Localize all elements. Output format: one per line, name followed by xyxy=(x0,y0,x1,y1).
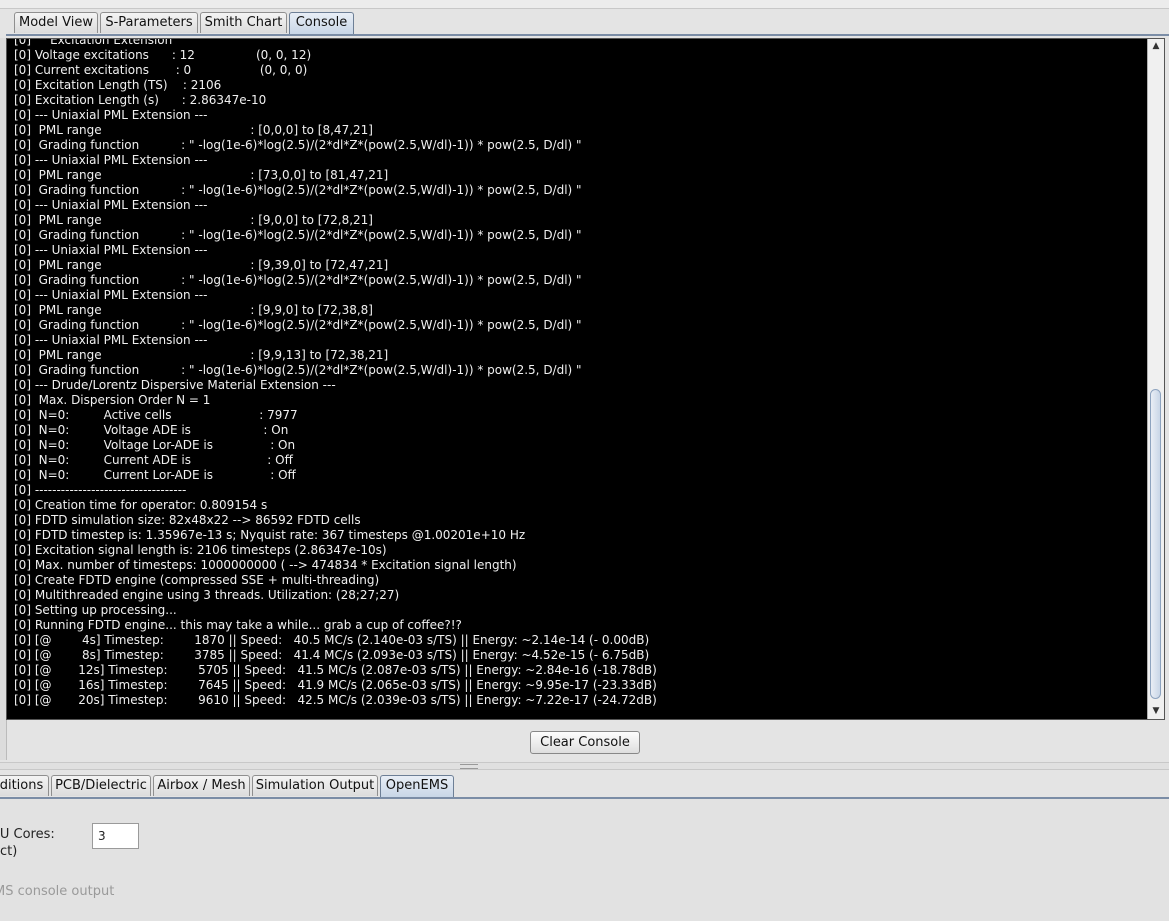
console-line: [0] Create FDTD engine (compressed SSE +… xyxy=(14,573,380,587)
console-vertical-scrollbar[interactable]: ▲ ▼ xyxy=(1147,39,1164,719)
console-line: [0] [@ 4s] Timestep: 1870 || Speed: 40.5… xyxy=(14,633,650,647)
tab-model-view[interactable]: Model View xyxy=(14,12,98,33)
console-line: [0] PML range : [0,0,0] to [8,47,21] xyxy=(14,123,373,137)
console-line: [0] Excitation Length (s) : 2.86347e-10 xyxy=(14,93,267,107)
tab-console[interactable]: Console xyxy=(289,12,354,35)
console-line: [0] --- Drude/Lorentz Dispersive Materia… xyxy=(14,378,336,392)
console-line: [0] Grading function : " -log(1e-6)*log(… xyxy=(14,183,582,197)
console-line: [0] N=0: Current Lor-ADE is : Off xyxy=(14,468,296,482)
console-line: [0] [@ 16s] Timestep: 7645 || Speed: 41.… xyxy=(14,678,657,692)
console-line: [0] [@ 8s] Timestep: 3785 || Speed: 41.4… xyxy=(14,648,650,662)
scroll-down-arrow-icon[interactable]: ▼ xyxy=(1148,704,1164,719)
console-line: [0] N=0: Voltage Lor-ADE is : On xyxy=(14,438,296,452)
console-line: [0] FDTD timestep is: 1.35967e-13 s; Nyq… xyxy=(14,528,526,542)
window-top-strip xyxy=(0,0,1169,9)
console-line: [0] PML range : [9,39,0] to [72,47,21] xyxy=(14,258,389,272)
console-line: [0] Voltage excitations : 12 (0, 0, 12) xyxy=(14,48,312,62)
console-line: [0] ----------------------------------- xyxy=(14,483,187,497)
tab-simulation-output[interactable]: Simulation Output xyxy=(252,775,378,796)
tab-s-parameters[interactable]: S-Parameters xyxy=(100,12,198,33)
tab-pcb-dielectric[interactable]: PCB/Dielectric xyxy=(51,775,151,796)
console-line: [0] Grading function : " -log(1e-6)*log(… xyxy=(14,273,582,287)
console-line: [0] --- Uniaxial PML Extension --- xyxy=(14,153,208,167)
cpu-cores-label-line2: ect) xyxy=(0,844,18,859)
console-log-text: [0] Excitation Extension [0] Voltage exci… xyxy=(14,38,1144,708)
top-tab-bar: Model View S-Parameters Smith Chart Cons… xyxy=(0,12,1169,35)
console-line: [0] Max. number of timesteps: 1000000000… xyxy=(14,558,517,572)
console-line: [0] --- Uniaxial PML Extension --- xyxy=(14,198,208,212)
console-line: [0] [@ 20s] Timestep: 9610 || Speed: 42.… xyxy=(14,693,657,707)
console-line: [0] Grading function : " -log(1e-6)*log(… xyxy=(14,228,582,242)
console-line: [0] Excitation Length (TS) : 2106 xyxy=(14,78,222,92)
cpu-cores-label-line1: PU Cores: xyxy=(0,827,55,842)
split-pane-divider[interactable] xyxy=(0,762,1169,770)
tab-smith-chart[interactable]: Smith Chart xyxy=(200,12,287,33)
console-line: [0] --- Uniaxial PML Extension --- xyxy=(14,243,208,257)
split-pane-grip-icon[interactable] xyxy=(460,764,478,769)
console-line: [0] Current excitations : 0 (0, 0, 0) xyxy=(14,63,308,77)
console-line: [0] Grading function : " -log(1e-6)*log(… xyxy=(14,363,582,377)
console-line: [0] PML range : [9,0,0] to [72,8,21] xyxy=(14,213,373,227)
scrollbar-thumb[interactable] xyxy=(1150,389,1161,699)
console-line: [0] Excitation Extension xyxy=(14,38,173,47)
console-line: [0] Multithreaded engine using 3 threads… xyxy=(14,588,400,602)
scroll-up-arrow-icon[interactable]: ▲ xyxy=(1148,39,1164,54)
cpu-cores-input[interactable]: 3 xyxy=(92,823,139,849)
console-line: [0] N=0: Active cells : 7977 xyxy=(14,408,298,422)
console-line: [0] Grading function : " -log(1e-6)*log(… xyxy=(14,138,582,152)
console-output-area[interactable]: [0] Excitation Extension [0] Voltage exci… xyxy=(6,38,1165,720)
console-line: [0] N=0: Current ADE is : Off xyxy=(14,453,293,467)
console-line: [0] --- Uniaxial PML Extension --- xyxy=(14,333,208,347)
console-line: [0] PML range : [9,9,0] to [72,38,8] xyxy=(14,303,373,317)
console-line: [0] Max. Dispersion Order N = 1 xyxy=(14,393,211,407)
console-line: [0] N=0: Voltage ADE is : On xyxy=(14,423,289,437)
console-line: [0] Running FDTD engine... this may take… xyxy=(14,618,462,632)
openems-settings-panel xyxy=(0,799,1169,921)
console-line: [0] Excitation signal length is: 2106 ti… xyxy=(14,543,387,557)
console-line: [0] --- Uniaxial PML Extension --- xyxy=(14,288,208,302)
tab-airbox-mesh[interactable]: Airbox / Mesh xyxy=(153,775,250,796)
console-line: [0] PML range : [73,0,0] to [81,47,21] xyxy=(14,168,389,182)
console-output-checkbox-label[interactable]: MS console output xyxy=(0,884,114,899)
console-line: [0] --- Uniaxial PML Extension --- xyxy=(14,108,208,122)
tab-divider xyxy=(6,34,1169,36)
console-line: [0] Grading function : " -log(1e-6)*log(… xyxy=(14,318,582,332)
console-line: [0] Setting up processing... xyxy=(14,603,177,617)
console-line: [0] [@ 12s] Timestep: 5705 || Speed: 41.… xyxy=(14,663,657,677)
cpu-cores-label: PU Cores: ect) xyxy=(0,826,55,860)
tab-openems[interactable]: OpenEMS xyxy=(380,775,454,798)
console-line: [0] Creation time for operator: 0.809154… xyxy=(14,498,268,512)
console-line: [0] FDTD simulation size: 82x48x22 --> 8… xyxy=(14,513,361,527)
console-line: [0] PML range : [9,9,13] to [72,38,21] xyxy=(14,348,389,362)
bottom-tab-bar: ditions PCB/Dielectric Airbox / Mesh Sim… xyxy=(0,775,1169,798)
tab-conditions[interactable]: ditions xyxy=(0,775,49,796)
clear-console-button[interactable]: Clear Console xyxy=(530,731,640,754)
